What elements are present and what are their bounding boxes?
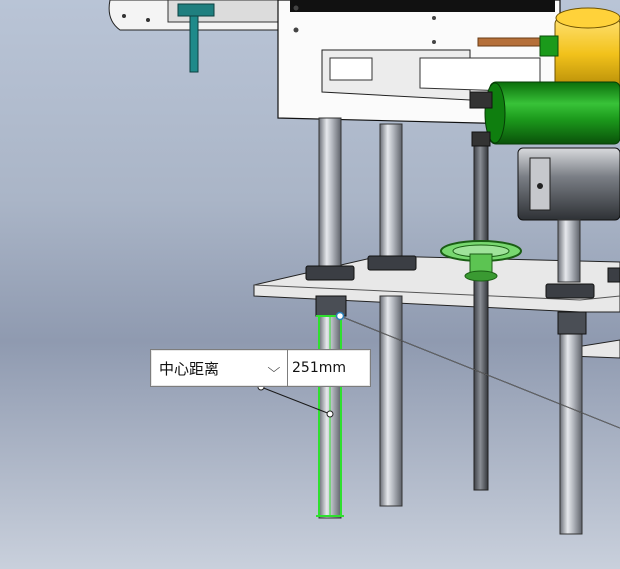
measure-type-label: 中心距离 <box>159 359 220 378</box>
motor-body <box>517 147 620 221</box>
cad-model-scene[interactable] <box>0 0 620 569</box>
brass-rod <box>477 37 551 47</box>
cad-viewport[interactable]: 中心距离 ⌵ 251mm <box>0 0 620 569</box>
chevron-down-icon[interactable]: ⌵ <box>268 361 281 376</box>
measure-type-dropdown[interactable]: 中心距离 ⌵ <box>151 350 288 386</box>
measure-value: 251mm <box>292 360 346 376</box>
green-drive-cylinder <box>484 81 620 145</box>
upper-frame-left <box>108 0 291 73</box>
distance-measure-callout: 中心距离 ⌵ 251mm <box>150 349 371 387</box>
